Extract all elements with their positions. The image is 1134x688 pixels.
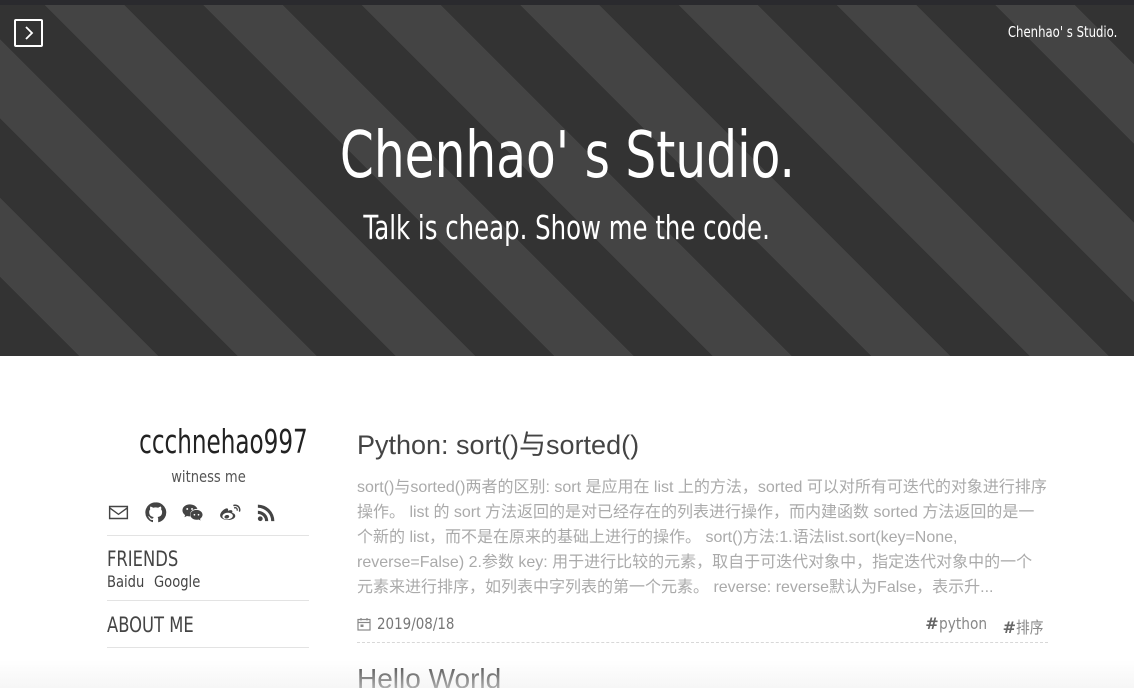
tag-link-python[interactable]: #python: [925, 614, 994, 638]
hash-icon: #: [925, 614, 939, 633]
post-list: Python: sort()与sorted() sort()与sorted()两…: [357, 423, 1048, 688]
chevron-right-icon: [24, 26, 33, 40]
post-card: Hello World: [357, 663, 1048, 688]
site-title: Chenhao' s Studio.: [339, 119, 795, 193]
hash-icon: #: [1002, 618, 1016, 637]
site-subtitle: Talk is cheap. Show me the code.: [363, 208, 771, 247]
post-title-link[interactable]: Hello World: [357, 663, 1048, 688]
post-date-text: 2019/08/18: [377, 614, 455, 633]
post-card: Python: sort()与sorted() sort()与sorted()两…: [357, 423, 1048, 643]
site-brand-link[interactable]: Chenhao' s Studio.: [1008, 23, 1117, 41]
author-name: ccchnehao997: [139, 422, 308, 461]
post-date: 2019/08/18: [357, 614, 469, 633]
sidebar-divider: [107, 600, 309, 601]
github-icon[interactable]: [144, 501, 167, 524]
sidebar: ccchnehao997 witness me FRIENDS Baidu Go…: [107, 420, 309, 648]
sidebar-divider: [107, 647, 309, 648]
author-motto: witness me: [170, 467, 246, 486]
post-title-link[interactable]: Python: sort()与sorted(): [357, 423, 1048, 462]
about-me-link[interactable]: ABOUT ME: [107, 613, 265, 637]
friends-list: Baidu Google: [107, 572, 309, 591]
tag-link-sort[interactable]: #排序: [1003, 614, 1048, 638]
post-tags: #python #排序: [925, 614, 1048, 638]
post-separator: [357, 642, 1048, 643]
social-links: [107, 499, 309, 525]
post-excerpt: sort()与sorted()两者的区别: sort 是应用在 list 上的方…: [357, 479, 1047, 596]
top-bar: [0, 0, 1134, 5]
friends-heading: FRIENDS: [107, 547, 179, 571]
menu-toggle-button[interactable]: [14, 19, 43, 47]
sidebar-divider: [107, 535, 309, 536]
rss-icon[interactable]: [255, 501, 278, 524]
wechat-icon[interactable]: [181, 501, 204, 524]
mail-icon[interactable]: [107, 501, 130, 524]
friend-link-baidu[interactable]: Baidu: [107, 572, 146, 591]
weibo-icon[interactable]: [218, 501, 241, 524]
friend-link-google[interactable]: Google: [154, 572, 200, 591]
calendar-icon: [357, 617, 371, 631]
post-meta: 2019/08/18 #python #排序: [357, 614, 1048, 638]
hero-banner: Chenhao' s Studio. Chenhao' s Studio. Ta…: [0, 0, 1134, 356]
